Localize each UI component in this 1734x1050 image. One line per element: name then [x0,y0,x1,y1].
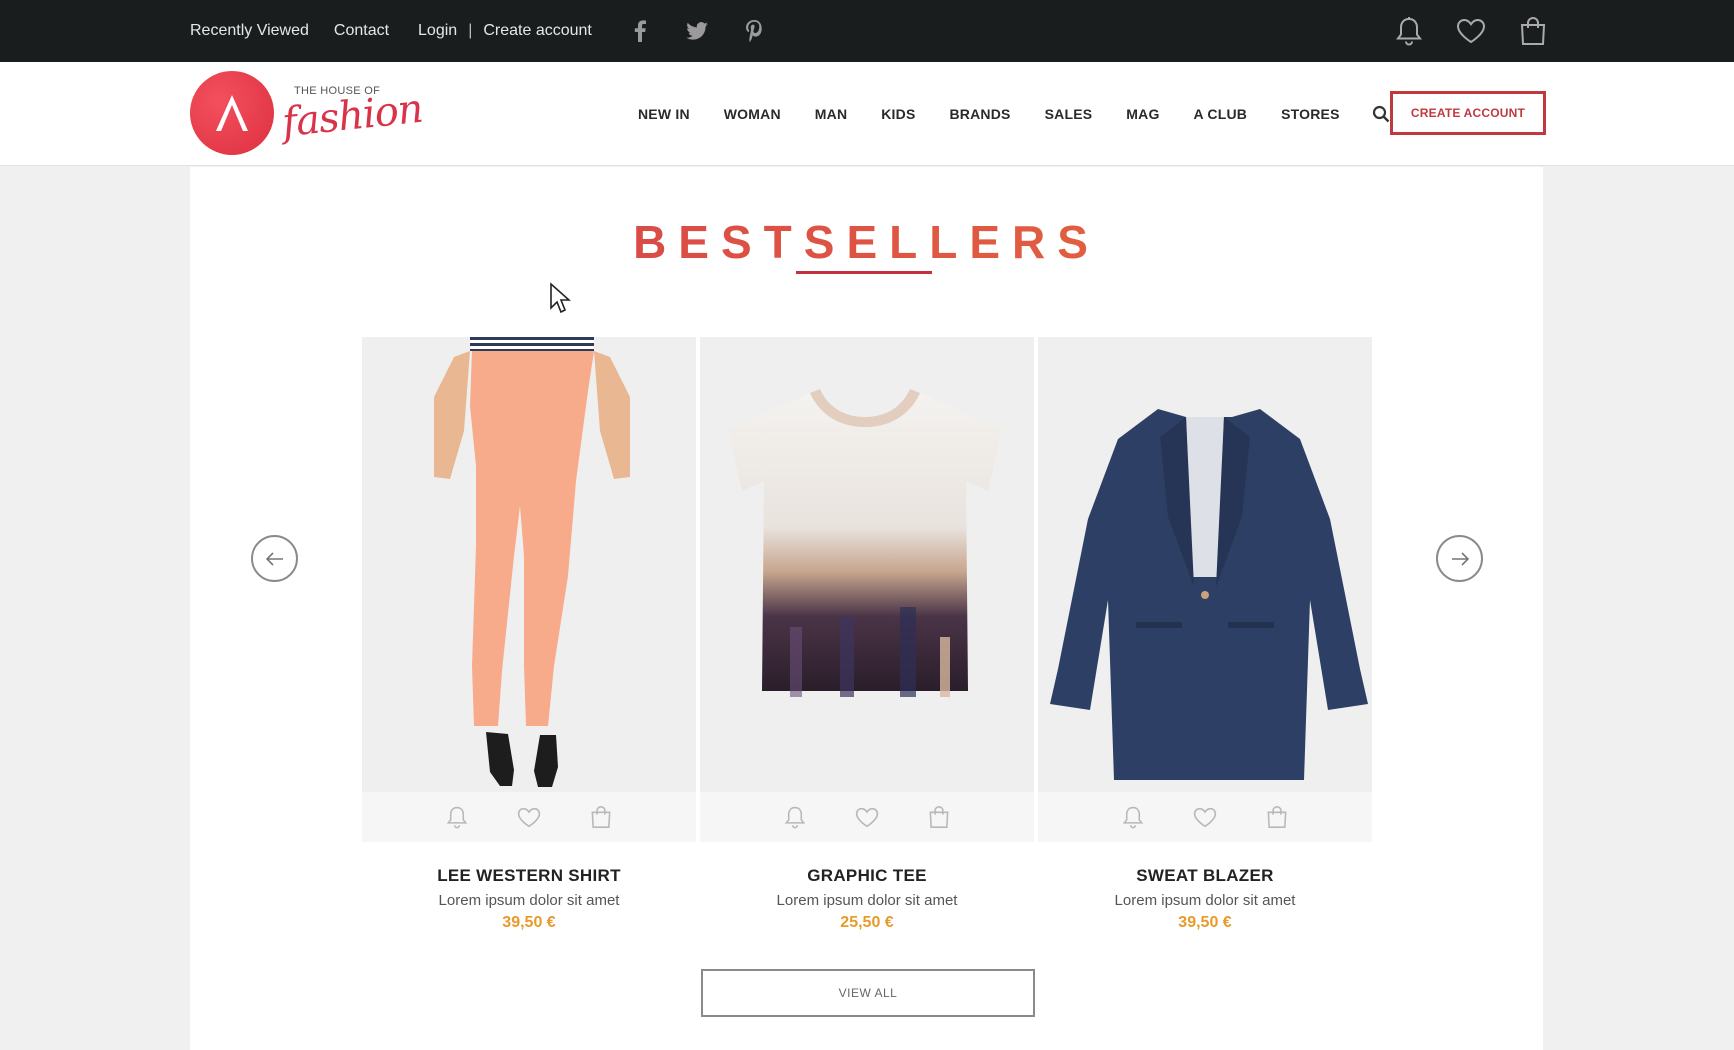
nav-item-brands[interactable]: BRANDS [950,106,1011,122]
add-to-bag-icon[interactable] [926,804,952,830]
product-image-pants[interactable] [362,337,696,792]
site-logo[interactable]: THE HOUSE OF fashion [190,71,425,157]
pinterest-icon[interactable] [742,19,766,43]
product-price: 25,50 € [840,914,894,931]
create-account-link[interactable]: Create account [483,22,592,40]
product-card[interactable]: LEE WESTERN SHIRT Lorem ipsum dolor sit … [362,337,696,932]
product-description: Lorem ipsum dolor sit amet [776,892,958,909]
main-nav: NEW IN WOMAN MAN KIDS BRANDS SALES MAG A… [638,62,1392,166]
nav-item-woman[interactable]: WOMAN [724,106,781,122]
nav-item-new-in[interactable]: NEW IN [638,106,690,122]
main-header: THE HOUSE OF fashion NEW IN WOMAN MAN KI… [0,62,1734,166]
product-name[interactable]: GRAPHIC TEE [700,866,1034,886]
shopping-bag-icon[interactable] [1517,15,1549,47]
notify-bell-icon[interactable] [444,804,470,830]
product-price: 39,50 € [502,914,556,931]
product-carousel: LEE WESTERN SHIRT Lorem ipsum dolor sit … [362,337,1372,931]
wishlist-heart-icon[interactable] [854,804,880,830]
product-actions [700,792,1034,842]
bell-icon[interactable] [1393,15,1425,47]
nav-item-a-club[interactable]: A CLUB [1194,106,1248,122]
login-separator: | [468,22,473,39]
nav-item-sales[interactable]: SALES [1045,106,1093,122]
product-name[interactable]: SWEAT BLAZER [1038,866,1372,886]
product-price: 39,50 € [1178,914,1232,931]
top-links: Recently Viewed Contact Login | Create a… [190,0,799,62]
product-image-tee[interactable] [700,337,1034,792]
product-image-blazer[interactable] [1038,337,1372,792]
notify-bell-icon[interactable] [1120,804,1146,830]
product-actions [362,792,696,842]
heart-icon[interactable] [1455,15,1487,47]
nav-item-kids[interactable]: KIDS [881,106,915,122]
section-title: BESTSELLERS [190,215,1543,269]
nav-item-mag[interactable]: MAG [1126,106,1159,122]
product-description: Lorem ipsum dolor sit amet [438,892,620,909]
carousel-next-button[interactable] [1436,535,1483,582]
view-all-button[interactable]: VIEW ALL [701,969,1035,1017]
contact-link[interactable]: Contact [334,22,389,40]
top-right-icons [1363,0,1549,62]
title-underline [796,271,932,274]
arrow-left-icon [265,551,283,566]
nav-item-man[interactable]: MAN [815,106,847,122]
arrow-right-icon [1451,551,1469,566]
product-card[interactable]: GRAPHIC TEE Lorem ipsum dolor sit amet 2… [700,337,1034,932]
product-name[interactable]: LEE WESTERN SHIRT [362,866,696,886]
notify-bell-icon[interactable] [782,804,808,830]
add-to-bag-icon[interactable] [588,804,614,830]
top-bar: Recently Viewed Contact Login | Create a… [0,0,1734,62]
facebook-icon[interactable] [628,19,652,43]
wishlist-heart-icon[interactable] [1192,804,1218,830]
search-icon[interactable] [1370,103,1392,125]
product-actions [1038,792,1372,842]
bestsellers-section: BESTSELLERS LEE WESTERN SHIRT Lorem ipsu… [190,167,1543,1050]
social-links [628,19,799,43]
add-to-bag-icon[interactable] [1264,804,1290,830]
product-card[interactable]: SWEAT BLAZER Lorem ipsum dolor sit amet … [1038,337,1372,932]
nav-item-stores[interactable]: STORES [1281,106,1340,122]
twitter-icon[interactable] [685,19,709,43]
login-link[interactable]: Login [418,22,457,40]
carousel-prev-button[interactable] [251,535,298,582]
logo-mark [190,71,274,155]
wishlist-heart-icon[interactable] [516,804,542,830]
mouse-cursor-icon [549,282,572,314]
create-account-button[interactable]: CREATE ACCOUNT [1390,91,1546,135]
recently-viewed-link[interactable]: Recently Viewed [190,22,309,40]
product-description: Lorem ipsum dolor sit amet [1114,892,1296,909]
